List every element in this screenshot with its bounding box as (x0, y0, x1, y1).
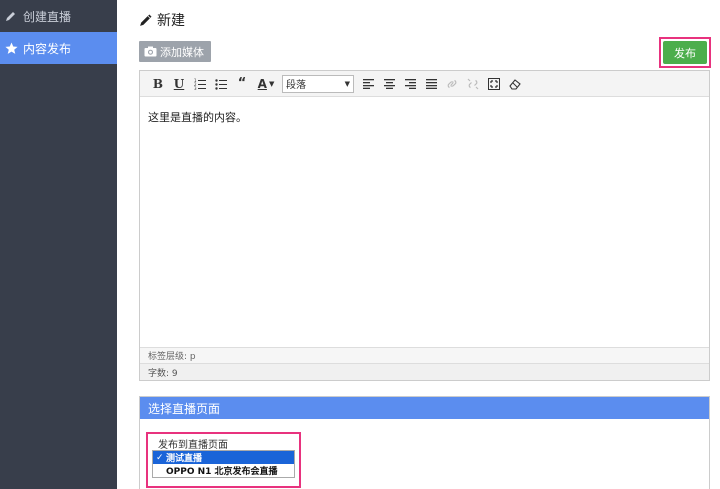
chevron-down-icon: ▼ (268, 79, 275, 88)
ordered-list-icon[interactable]: 123 (190, 74, 210, 94)
page-title: 新建 (139, 10, 185, 30)
bold-button[interactable]: B (148, 74, 168, 94)
sidebar-item-create-live[interactable]: 创建直播 (0, 0, 117, 32)
option-label: 测试直播 (166, 454, 203, 464)
pencil-icon (139, 14, 152, 27)
text-color-letter: A (257, 76, 267, 91)
panel-title: 选择直播页面 (140, 397, 709, 419)
live-page-select-highlight: 发布到直播页面 ✓ 测试直播 OPPO N1 北京发布会直播 (146, 432, 301, 488)
bullet-list-icon[interactable] (211, 74, 231, 94)
editor-toolbar: B U 123 “ A ▼ 段落 ▼ (140, 71, 709, 97)
align-right-icon[interactable] (400, 74, 420, 94)
fullscreen-icon[interactable] (484, 74, 504, 94)
option-label: OPPO N1 北京发布会直播 (166, 467, 278, 477)
editor-path-status: 标签层级: p (140, 347, 709, 363)
format-select[interactable]: 段落 ▼ (282, 74, 354, 93)
sidebar-item-label: 创建直播 (23, 9, 72, 24)
align-justify-icon[interactable] (421, 74, 441, 94)
editor-content[interactable]: 这里是直播的内容。 (140, 97, 709, 347)
live-page-panel: 选择直播页面 发布到直播页面 ✓ 测试直播 OPPO N1 北京发布会直播 (139, 396, 710, 489)
text-color-button[interactable]: A ▼ (253, 74, 279, 94)
underline-button[interactable]: U (169, 74, 189, 94)
format-select-value: 段落 (286, 80, 306, 91)
word-count: 字数: 9 (140, 363, 709, 380)
align-left-icon[interactable] (358, 74, 378, 94)
svg-text:3: 3 (194, 86, 197, 90)
sidebar-item-label: 内容发布 (23, 41, 72, 56)
eraser-icon[interactable] (505, 74, 525, 94)
add-media-button[interactable]: 添加媒体 (139, 41, 211, 62)
pencil-icon (4, 9, 18, 23)
publish-highlight: 发布 (659, 37, 711, 68)
checkmark-icon: ✓ (156, 452, 164, 463)
link-icon[interactable] (442, 74, 462, 94)
blockquote-button[interactable]: “ (232, 74, 252, 94)
unlink-icon[interactable] (463, 74, 483, 94)
sidebar-item-publish-content[interactable]: 内容发布 (0, 32, 117, 64)
chevron-down-icon: ▼ (344, 79, 350, 88)
live-page-option[interactable]: OPPO N1 北京发布会直播 (153, 464, 294, 477)
live-page-select[interactable]: ✓ 测试直播 OPPO N1 北京发布会直播 (152, 450, 295, 478)
live-page-option[interactable]: ✓ 测试直播 (153, 451, 294, 464)
camera-icon (144, 46, 157, 57)
page-title-text: 新建 (157, 13, 185, 29)
select-label: 发布到直播页面 (158, 440, 228, 451)
star-icon (4, 41, 18, 55)
publish-button[interactable]: 发布 (663, 41, 707, 64)
sidebar: 创建直播 内容发布 (0, 0, 117, 489)
align-center-icon[interactable] (379, 74, 399, 94)
rich-text-editor: B U 123 “ A ▼ 段落 ▼ 这里是直播的内容。 标签层级: p 字数:… (139, 70, 710, 381)
add-media-label: 添加媒体 (160, 45, 204, 59)
